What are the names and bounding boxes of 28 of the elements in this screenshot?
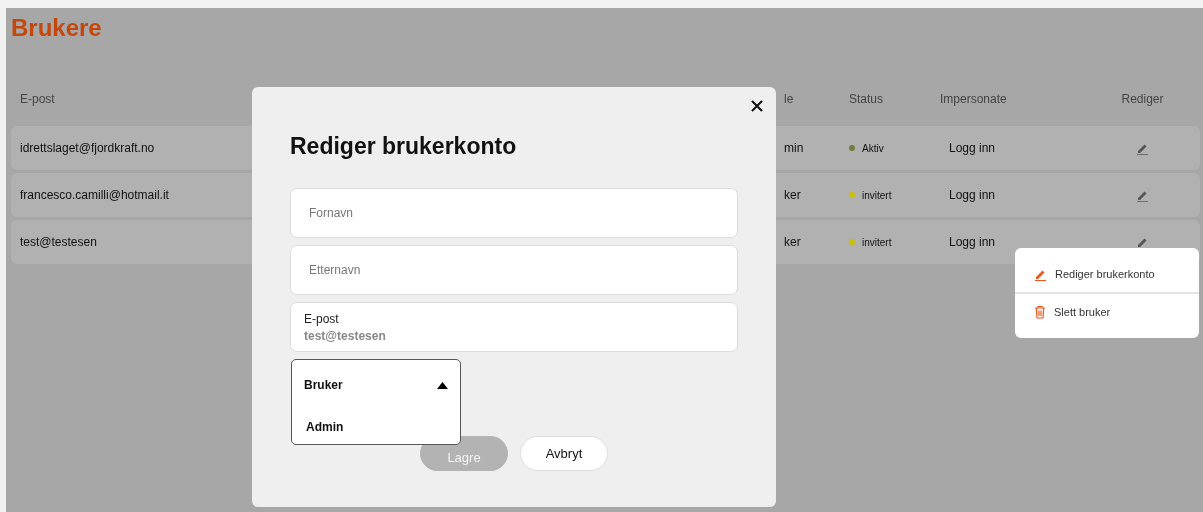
menu-item[interactable]: Slett bruker	[1015, 294, 1199, 330]
email-cell: idrettslaget@fjordkraft.no	[20, 141, 155, 155]
dialog-title: Rediger brukerkonto	[290, 132, 518, 161]
close-icon[interactable]	[751, 100, 763, 112]
text-field[interactable]: Etternavn	[290, 245, 738, 295]
column-header: E-post	[20, 92, 55, 106]
trash-icon	[1034, 305, 1046, 319]
login-link[interactable]: Logg inn	[949, 141, 996, 155]
column-header: le	[783, 92, 795, 106]
status-label: invitert	[862, 236, 892, 248]
cancel-button[interactable]: Avbryt	[520, 436, 608, 471]
email-cell: francesco.camilli@hotmail.it	[20, 188, 169, 202]
login-link[interactable]: Logg inn	[949, 235, 996, 249]
column-header: Impersonate	[939, 92, 1008, 106]
email-cell: test@testesen	[20, 235, 97, 249]
status-label: invitert	[862, 189, 892, 201]
role-cell-text: ker	[783, 235, 802, 249]
role-cell-text: ker	[783, 188, 802, 202]
role-cell-text: min	[783, 141, 805, 155]
role-dropdown[interactable]: Bruker Admin	[291, 359, 461, 445]
text-field[interactable]: Fornavn	[290, 188, 738, 238]
login-link[interactable]: Logg inn	[949, 188, 996, 202]
column-header: Status	[848, 92, 885, 106]
status-label: Aktiv	[862, 142, 884, 154]
page-title: Brukere	[11, 14, 103, 42]
column-header: Rediger	[1120, 92, 1165, 106]
menu-item[interactable]: Rediger brukerkonto	[1015, 256, 1199, 292]
email-field[interactable]: E-post test@testesen	[290, 302, 738, 352]
